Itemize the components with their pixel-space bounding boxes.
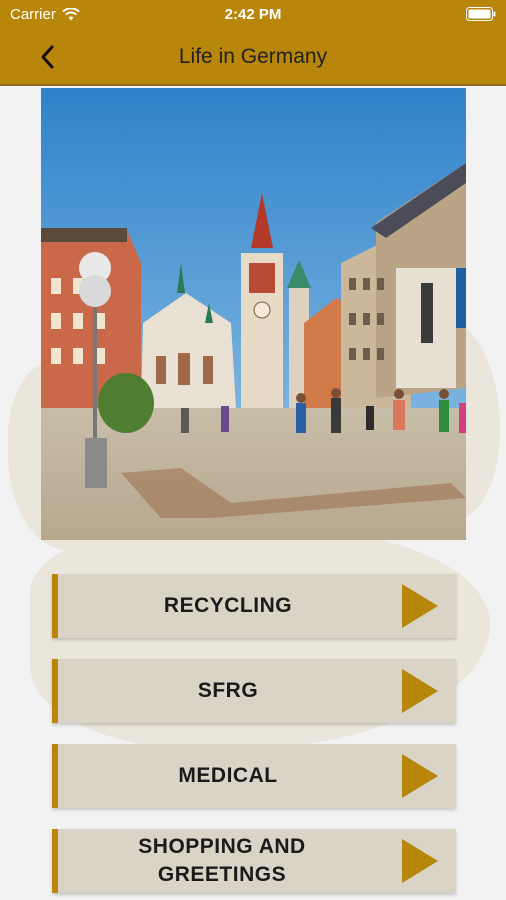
navigation-bar: Life in Germany <box>0 30 506 86</box>
play-triangle-icon <box>402 839 438 883</box>
play-triangle-icon <box>402 669 438 713</box>
medical-button[interactable]: MEDICAL <box>52 744 456 808</box>
page-title: Life in Germany <box>178 45 328 68</box>
city-square-photo <box>41 88 466 540</box>
button-label: SFRG <box>197 679 259 702</box>
hero-image <box>41 88 466 540</box>
recycling-button[interactable]: RECYCLING <box>52 574 456 638</box>
play-triangle-icon <box>402 584 438 628</box>
battery-icon <box>466 7 496 21</box>
sfrg-button[interactable]: SFRG <box>52 659 456 723</box>
button-label: MEDICAL <box>178 764 278 787</box>
play-triangle-icon <box>402 754 438 798</box>
header-divider <box>0 84 506 86</box>
shopping-and-greetings-button[interactable]: SHOPPING AND GREETINGS <box>52 829 456 893</box>
button-label: RECYCLING <box>163 594 293 617</box>
button-label: SHOPPING AND GREETINGS <box>138 835 306 886</box>
status-time: 2:42 PM <box>224 6 282 23</box>
status-bar: Carrier 2:42 PM <box>0 0 506 30</box>
